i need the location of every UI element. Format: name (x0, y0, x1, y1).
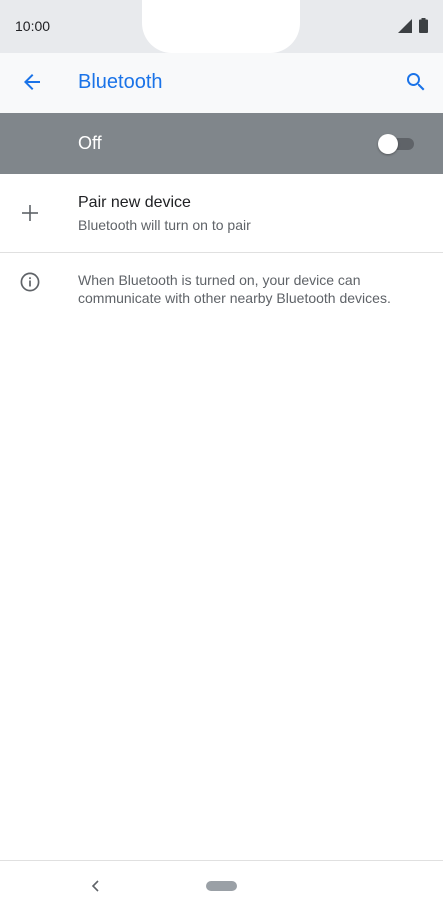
status-bar: 10:00 (0, 0, 443, 53)
bluetooth-switch[interactable] (378, 134, 414, 154)
search-icon[interactable] (404, 70, 428, 94)
nav-back-icon[interactable] (86, 876, 106, 896)
info-icon (20, 272, 40, 292)
signal-icon (398, 19, 412, 33)
display-notch (142, 0, 300, 53)
bluetooth-master-toggle[interactable]: Off (0, 113, 443, 174)
switch-thumb (378, 134, 398, 154)
status-time: 10:00 (15, 18, 51, 34)
info-text: When Bluetooth is turned on, your device… (78, 272, 391, 306)
battery-icon (419, 18, 428, 33)
pair-new-device-title: Pair new device (78, 194, 191, 211)
plus-icon (22, 205, 38, 221)
pair-new-device-subtitle: Bluetooth will turn on to pair (78, 217, 251, 233)
master-toggle-label: Off (78, 133, 102, 153)
page-title: Bluetooth (78, 71, 163, 93)
divider (0, 252, 443, 253)
app-bar (0, 53, 443, 113)
arrow-back-icon[interactable] (20, 70, 44, 94)
home-pill-icon[interactable] (206, 881, 237, 891)
pair-new-device-item[interactable]: Pair new device Bluetooth will turn on t… (0, 174, 443, 252)
